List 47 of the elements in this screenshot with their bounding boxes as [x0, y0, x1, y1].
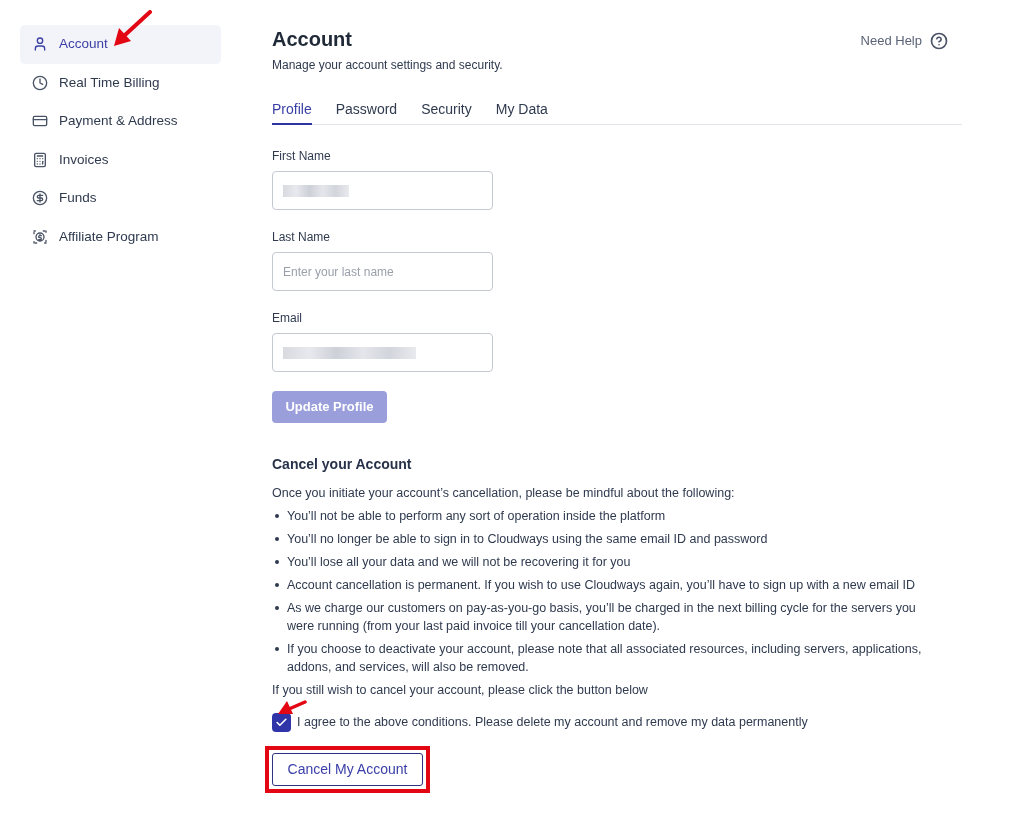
- sidebar-item[interactable]: Real Time Billing: [20, 63, 221, 102]
- text-field[interactable]: [272, 171, 493, 210]
- prompt-text: If you still wish to cancel your account, please click the button below: [272, 682, 648, 699]
- sidebar-item[interactable]: Account: [20, 25, 221, 64]
- agree-checkbox[interactable]: [272, 713, 291, 732]
- tab[interactable]: My Data: [495, 100, 548, 125]
- condition-text: You’ll lose all your data and we will not be recovering it for you: [287, 554, 631, 571]
- condition-text: You’ll no longer be able to sign in to Cloudways using the same email ID and password: [287, 531, 768, 548]
- agree-label: I agree to the above conditions. Please delete my account and remove my data permanently: [297, 714, 808, 732]
- cancel-account-button[interactable]: Cancel My Account: [272, 753, 423, 786]
- bullet-icon: [275, 583, 279, 587]
- intro-text: Once you initiate your account’s cancellation, please be mindful about the following:: [272, 485, 735, 502]
- pointer-arrow: [277, 700, 307, 715]
- page-subtitle: Manage your account settings and security.: [272, 57, 503, 73]
- field-label: Email: [272, 310, 302, 326]
- tab[interactable]: Password: [335, 100, 398, 125]
- blurred-value: [283, 184, 349, 197]
- help-icon: [930, 31, 948, 50]
- tab[interactable]: Security: [421, 100, 472, 125]
- user-icon: [32, 36, 48, 53]
- field-label: First Name: [272, 148, 331, 164]
- pointer-arrow: [113, 10, 153, 48]
- condition-text: Account cancellation is permanent. If you wish to use Cloudways again, you’ll have to sign up with a new email ID: [287, 577, 916, 594]
- check-icon: [275, 716, 288, 729]
- sidebar-item[interactable]: Funds: [20, 179, 221, 218]
- condition-text: You’ll not be able to perform any sort of operation inside the platform: [287, 508, 666, 525]
- field-label: Last Name: [272, 229, 331, 245]
- help-link[interactable]: Need Help: [860, 31, 948, 51]
- dollar-coin-icon: [32, 190, 48, 207]
- clock-icon: [32, 74, 48, 91]
- bullet-icon: [275, 560, 279, 564]
- text-field[interactable]: Enter your last name: [272, 252, 493, 291]
- bullet-icon: [275, 514, 279, 518]
- sidebar-item[interactable]: Payment & Address: [20, 102, 221, 141]
- bullet-icon: [275, 537, 279, 541]
- condition-text: If you choose to deactivate your account, please note that all associated resources, including servers, applications, addons, and services, will also be removed.: [287, 641, 923, 676]
- bullet-icon: [275, 606, 279, 610]
- tab[interactable]: Profile: [272, 100, 312, 125]
- dollar-coin-frame-icon: [32, 228, 48, 245]
- sidebar-item[interactable]: Invoices: [20, 140, 221, 179]
- text-field[interactable]: [272, 333, 493, 372]
- sidebar-item[interactable]: Affiliate Program: [20, 217, 221, 256]
- page-title: Account: [272, 27, 352, 52]
- section-heading: Cancel your Account: [272, 455, 412, 473]
- condition-text: As we charge our customers on pay-as-you-go basis, you’ll be charged in the next billing cycle for the servers you were running (from your last paid invoice till your cancellation date).: [287, 600, 917, 635]
- calculator-icon: [32, 151, 48, 168]
- bullet-icon: [275, 647, 279, 651]
